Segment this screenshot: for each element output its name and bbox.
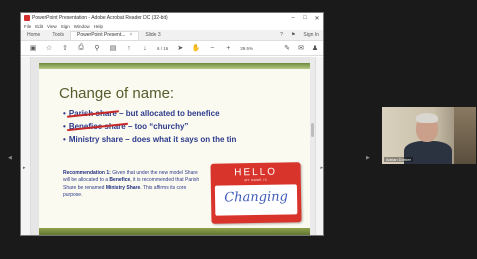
prev-page-icon[interactable]: ↑ bbox=[125, 44, 133, 52]
bullet-list: •Parish share – but allocated to benefic… bbox=[63, 109, 236, 148]
close-button[interactable]: ✕ bbox=[311, 15, 323, 22]
menu-bar: File Edit View Sign Window Help bbox=[21, 23, 323, 30]
sticker-subheader: MY NAME IS bbox=[244, 177, 268, 183]
sign-icon[interactable]: ✎ bbox=[283, 44, 291, 52]
acrobat-window: PowerPoint Presentation - Adobe Acrobat … bbox=[20, 12, 324, 236]
participant-name-label: Adrian Dorber bbox=[384, 157, 413, 162]
menu-view[interactable]: View bbox=[47, 24, 57, 29]
left-collapse-arrow-icon[interactable]: ◀ bbox=[8, 155, 12, 161]
print-icon[interactable]: ⎙ bbox=[77, 44, 85, 52]
right-collapse-arrow-icon[interactable]: ▶ bbox=[366, 155, 370, 161]
tab-slide[interactable]: Slide 3 bbox=[139, 31, 166, 40]
expand-right-panel-icon[interactable]: ▸ bbox=[320, 165, 323, 171]
recommendation-text: Recommendation 1: Given that under the n… bbox=[63, 170, 200, 198]
search-icon[interactable]: ⚲ bbox=[93, 44, 101, 52]
menu-file[interactable]: File bbox=[24, 24, 31, 29]
upload-icon[interactable]: ⇧ bbox=[61, 44, 69, 52]
participant-hair bbox=[416, 113, 438, 123]
slide-page: Change of name: •Parish share – but allo… bbox=[39, 63, 317, 235]
struck-term: Parish share bbox=[66, 109, 119, 118]
tab-tools[interactable]: Tools bbox=[46, 31, 70, 40]
comment-icon[interactable]: ✉ bbox=[297, 44, 305, 52]
maximize-button[interactable]: □ bbox=[299, 15, 311, 22]
expand-left-panel-icon[interactable]: ▸ bbox=[23, 165, 26, 171]
sign-in-link[interactable]: Sign In bbox=[303, 32, 319, 38]
next-page-icon[interactable]: ↓ bbox=[141, 44, 149, 52]
acrobat-icon bbox=[24, 15, 30, 21]
slide-footer-band bbox=[39, 228, 317, 235]
sticker-name-area: Changing bbox=[214, 184, 298, 216]
participant-video-tile[interactable]: Adrian Dorber bbox=[382, 107, 476, 164]
zoom-out-icon[interactable]: − bbox=[208, 44, 216, 52]
struck-term: Benefice share bbox=[66, 122, 128, 131]
create-icon[interactable]: ▣ bbox=[29, 44, 37, 52]
help-icon[interactable]: ? bbox=[280, 32, 283, 38]
zoom-level[interactable]: 39.5% bbox=[240, 46, 253, 51]
star-icon[interactable]: ☆ bbox=[45, 44, 53, 52]
menu-window[interactable]: Window bbox=[74, 24, 90, 29]
tab-home[interactable]: Home bbox=[21, 31, 46, 40]
bullet-item: •Parish share – but allocated to benefic… bbox=[63, 109, 220, 118]
right-panel: ▸ bbox=[315, 57, 323, 235]
tab-bar: Home Tools PowerPoint Present... × Slide… bbox=[21, 30, 323, 41]
select-cursor-icon[interactable]: ➤ bbox=[176, 44, 184, 52]
scrollbar-thumb[interactable] bbox=[311, 123, 314, 137]
notification-icon[interactable]: ⚑ bbox=[291, 32, 295, 38]
menu-edit[interactable]: Edit bbox=[35, 24, 43, 29]
slide-title: Change of name: bbox=[59, 85, 175, 102]
pages-icon[interactable]: ▤ bbox=[109, 44, 117, 52]
minimize-button[interactable]: – bbox=[287, 15, 299, 22]
hello-name-sticker: HELLO MY NAME IS Changing bbox=[210, 162, 302, 224]
video-shelf bbox=[454, 107, 476, 164]
tab-document[interactable]: PowerPoint Present... × bbox=[70, 31, 140, 40]
menu-help[interactable]: Help bbox=[94, 24, 103, 29]
zoom-in-icon[interactable]: + bbox=[224, 44, 232, 52]
toolbar: ▣ ☆ ⇧ ⎙ ⚲ ▤ ↑ ↓ 6 / 16 ➤ ✋ − + 39.5% ✎ ✉… bbox=[21, 41, 323, 56]
sticker-handwriting: Changing bbox=[224, 189, 289, 206]
left-panel: ▸ bbox=[21, 57, 31, 235]
bullet-item: •Benefice share – too “churchy” bbox=[63, 122, 189, 131]
bullet-item: • Ministry share – does what it says on t… bbox=[63, 135, 237, 144]
title-bar: PowerPoint Presentation - Adobe Acrobat … bbox=[21, 13, 323, 23]
window-title: PowerPoint Presentation - Adobe Acrobat … bbox=[32, 15, 168, 21]
menu-sign[interactable]: Sign bbox=[61, 24, 70, 29]
share-user-icon[interactable]: ♟ bbox=[311, 44, 319, 52]
slide-header-band bbox=[39, 63, 317, 69]
page-indicator[interactable]: 6 / 16 bbox=[157, 46, 168, 51]
screen: PowerPoint Presentation - Adobe Acrobat … bbox=[0, 0, 477, 259]
document-area: ▸ Change of name: •Parish share – but al… bbox=[21, 57, 323, 235]
hand-tool-icon[interactable]: ✋ bbox=[192, 44, 201, 52]
close-tab-icon[interactable]: × bbox=[129, 32, 132, 38]
